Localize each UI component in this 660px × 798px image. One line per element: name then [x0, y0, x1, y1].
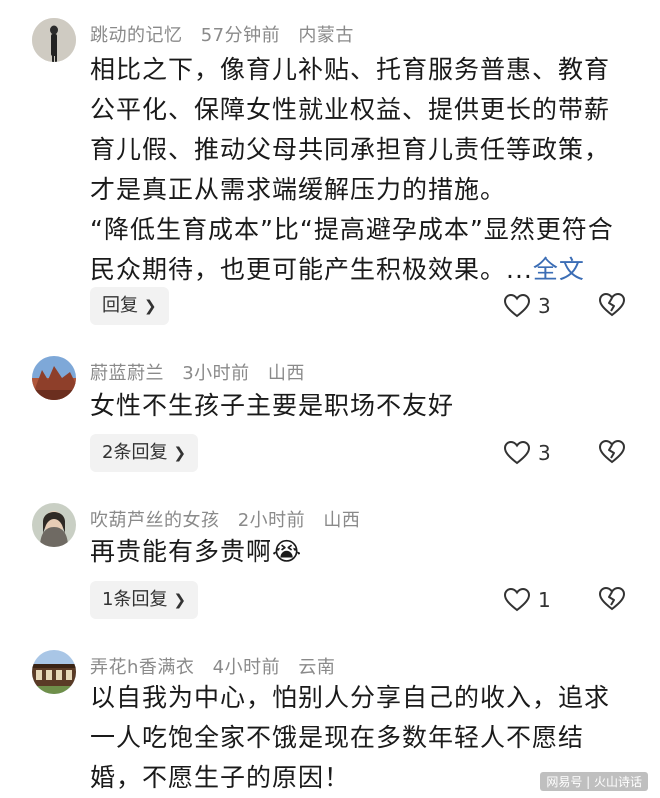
reply-label: 1条回复 — [102, 589, 168, 610]
username[interactable]: 吹葫芦丝的女孩 — [90, 510, 220, 531]
heart-outline-icon — [504, 294, 530, 318]
reply-label: 2条回复 — [102, 442, 168, 463]
heart-outline-icon — [504, 588, 530, 612]
location: 山西 — [323, 510, 361, 531]
comment-text: 再贵能有多贵啊😭 — [90, 532, 635, 572]
dislike-button[interactable] — [598, 586, 626, 614]
broken-heart-icon — [598, 586, 626, 611]
comment-meta: 跳动的记忆 57分钟前 内蒙古 — [90, 21, 366, 47]
like-count: 1 — [538, 588, 551, 612]
comment-meta: 吹葫芦丝的女孩 2小时前 山西 — [90, 506, 372, 532]
dislike-button[interactable] — [598, 292, 626, 320]
full-text-link[interactable]: 全文 — [533, 255, 585, 284]
like-count: 3 — [538, 294, 551, 318]
location: 山西 — [267, 363, 305, 384]
username[interactable]: 弄花h香满衣 — [90, 657, 194, 678]
timestamp: 3小时前 — [182, 363, 250, 384]
chevron-right-icon: ❯ — [144, 297, 157, 315]
avatar[interactable] — [32, 503, 76, 547]
broken-heart-icon — [598, 292, 626, 317]
broken-heart-icon — [598, 439, 626, 464]
comment-meta: 蔚蓝蔚兰 3小时前 山西 — [90, 359, 317, 385]
location: 云南 — [298, 657, 336, 678]
avatar[interactable] — [32, 650, 76, 694]
heart-outline-icon — [504, 441, 530, 465]
username[interactable]: 蔚蓝蔚兰 — [90, 363, 164, 384]
chevron-right-icon: ❯ — [173, 444, 187, 462]
reply-button[interactable]: 2条回复 ❯ — [90, 434, 199, 472]
username[interactable]: 跳动的记忆 — [90, 25, 183, 46]
like-button[interactable]: 3 — [504, 290, 551, 322]
dislike-button[interactable] — [598, 439, 626, 467]
comment-text: 女性不生孩子主要是职场不友好 — [90, 391, 455, 420]
timestamp: 2小时前 — [237, 510, 306, 531]
comment-content: 再贵能有多贵啊 — [90, 537, 273, 566]
like-count: 3 — [538, 441, 551, 465]
watermark: 网易号 | 火山诗话 — [540, 772, 648, 791]
reply-button[interactable]: 回复 ❯ — [90, 287, 169, 325]
like-button[interactable]: 1 — [504, 584, 551, 616]
chevron-right-icon: ❯ — [173, 591, 187, 609]
comment-text: 相比之下，像育儿补贴、托育服务普惠、教育公平化、保障女性就业权益、提供更长的带薪… — [90, 50, 635, 290]
comment-paragraph: “降低生育成本”比“提高避孕成本”显然更符合民众期待，也更可能产生积极效果。..… — [90, 215, 614, 284]
comment-meta: 弄花h香满衣 4小时前 云南 — [90, 653, 347, 679]
reply-label: 回复 — [102, 295, 138, 316]
timestamp: 4小时前 — [212, 657, 281, 678]
like-button[interactable]: 3 — [504, 437, 551, 469]
avatar[interactable] — [32, 356, 76, 400]
reply-button[interactable]: 1条回复 ❯ — [90, 581, 199, 619]
comment-paragraph: 相比之下，像育儿补贴、托育服务普惠、教育公平化、保障女性就业权益、提供更长的带薪… — [90, 55, 611, 204]
crying-emoji: 😭 — [272, 537, 303, 566]
location: 内蒙古 — [298, 25, 354, 46]
avatar[interactable] — [32, 18, 76, 62]
timestamp: 57分钟前 — [200, 25, 281, 46]
